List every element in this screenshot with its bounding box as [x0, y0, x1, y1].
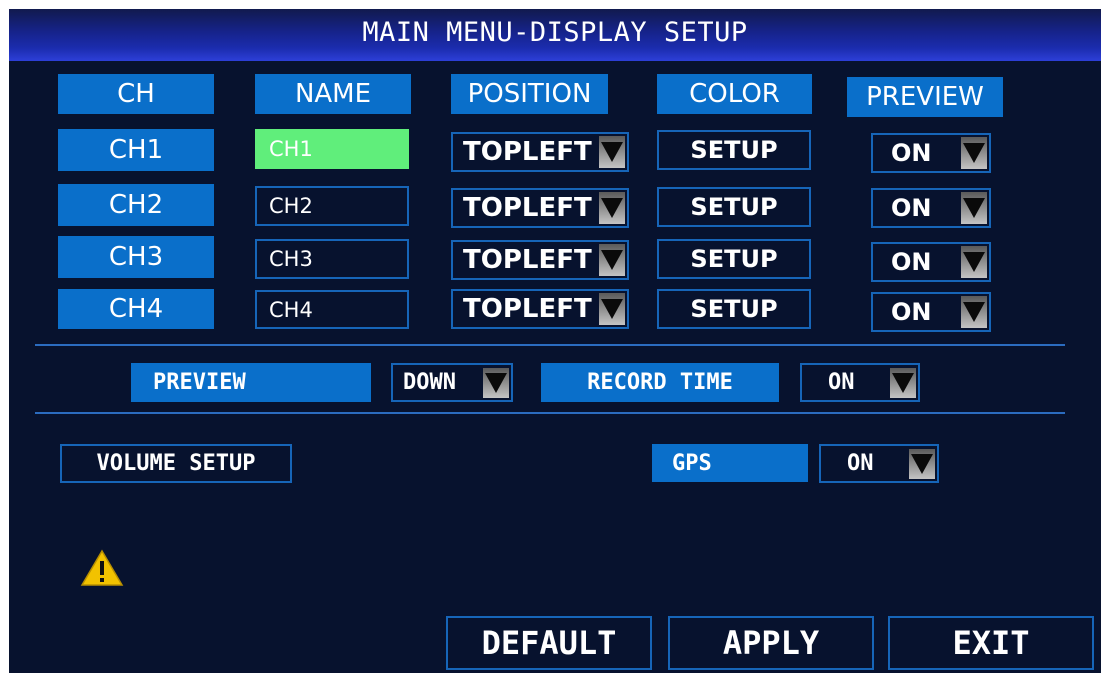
preview-select-ch2[interactable]: ON	[871, 188, 991, 228]
gps-select[interactable]: ON	[819, 444, 939, 483]
header-position: POSITION	[451, 74, 608, 114]
position-value-ch4: TOPLEFT	[463, 294, 592, 324]
color-setup-button-ch4[interactable]: SETUP	[657, 289, 811, 329]
preview-value-ch3: ON	[891, 248, 932, 276]
channel-name-input-ch4[interactable]: CH4	[255, 290, 409, 329]
chevron-down-icon	[961, 296, 987, 328]
preview-value-ch4: ON	[891, 298, 932, 326]
gps-value: ON	[847, 451, 874, 476]
position-select-ch4[interactable]: TOPLEFT	[451, 289, 629, 329]
channel-name-input-ch3[interactable]: CH3	[255, 239, 409, 279]
warning-icon	[80, 549, 124, 587]
chevron-down-icon	[599, 136, 625, 168]
color-setup-button-ch2[interactable]: SETUP	[657, 187, 811, 227]
preview-mode-label: PREVIEW	[131, 363, 371, 402]
divider	[35, 344, 1065, 346]
title-bar: MAIN MENU-DISPLAY SETUP	[9, 9, 1101, 61]
position-select-ch1[interactable]: TOPLEFT	[451, 132, 629, 172]
channel-name-input-ch2[interactable]: CH2	[255, 186, 409, 226]
record-time-label: RECORD TIME	[541, 363, 779, 402]
divider	[35, 412, 1065, 414]
position-value-ch2: TOPLEFT	[463, 193, 592, 223]
color-setup-button-ch3[interactable]: SETUP	[657, 239, 811, 279]
preview-select-ch1[interactable]: ON	[871, 133, 991, 173]
preview-select-ch4[interactable]: ON	[871, 292, 991, 332]
channel-label-ch4: CH4	[58, 289, 214, 329]
record-time-value: ON	[828, 370, 855, 395]
channel-label-ch3: CH3	[58, 236, 214, 278]
header-ch: CH	[58, 74, 214, 114]
preview-select-ch3[interactable]: ON	[871, 242, 991, 282]
chevron-down-icon	[909, 448, 935, 479]
header-preview: PREVIEW	[847, 77, 1003, 117]
header-name: NAME	[255, 74, 411, 114]
apply-button[interactable]: APPLY	[668, 616, 874, 670]
chevron-down-icon	[961, 192, 987, 224]
chevron-down-icon	[599, 244, 625, 276]
chevron-down-icon	[961, 137, 987, 169]
color-setup-button-ch1[interactable]: SETUP	[657, 130, 811, 170]
channel-label-ch2: CH2	[58, 184, 214, 226]
chevron-down-icon	[483, 367, 509, 398]
preview-mode-select[interactable]: DOWN	[391, 363, 513, 402]
page-title: MAIN MENU-DISPLAY SETUP	[362, 17, 748, 48]
chevron-down-icon	[599, 293, 625, 325]
position-select-ch2[interactable]: TOPLEFT	[451, 188, 629, 228]
preview-value-ch2: ON	[891, 194, 932, 222]
default-button[interactable]: DEFAULT	[446, 616, 652, 670]
header-color: COLOR	[657, 74, 812, 114]
position-value-ch3: TOPLEFT	[463, 245, 592, 275]
chevron-down-icon	[961, 246, 987, 278]
chevron-down-icon	[890, 367, 916, 398]
volume-setup-button[interactable]: VOLUME SETUP	[60, 444, 292, 483]
preview-value-ch1: ON	[891, 139, 932, 167]
exit-button[interactable]: EXIT	[888, 616, 1094, 670]
chevron-down-icon	[599, 192, 625, 224]
gps-label: GPS	[652, 444, 808, 482]
preview-mode-value: DOWN	[403, 370, 456, 395]
position-select-ch3[interactable]: TOPLEFT	[451, 240, 629, 280]
position-value-ch1: TOPLEFT	[463, 137, 592, 167]
record-time-select[interactable]: ON	[800, 363, 920, 402]
channel-name-input-ch1[interactable]: CH1	[255, 129, 409, 169]
channel-label-ch1: CH1	[58, 129, 214, 171]
display-setup-screen: MAIN MENU-DISPLAY SETUP CH NAME POSITION…	[9, 9, 1101, 673]
